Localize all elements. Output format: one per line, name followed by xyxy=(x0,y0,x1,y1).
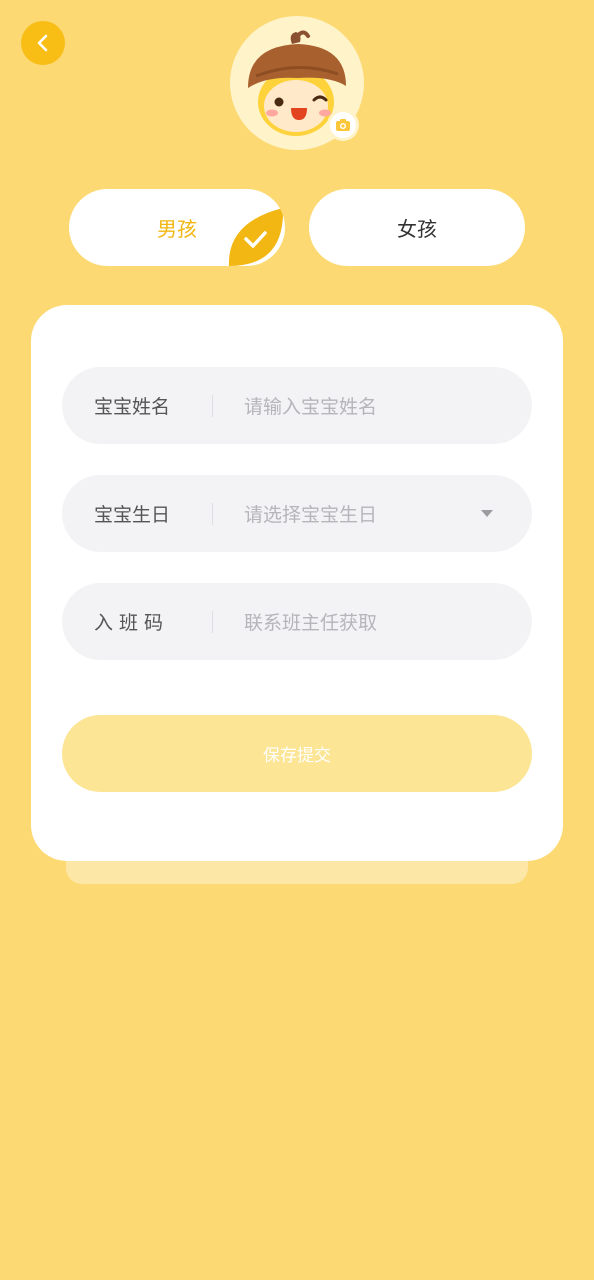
class-code-field[interactable]: 入班码 联系班主任获取 xyxy=(62,583,532,660)
field-divider xyxy=(212,610,213,633)
submit-button[interactable]: 保存提交 xyxy=(62,715,532,792)
baby-birthday-field[interactable]: 宝宝生日 请选择宝宝生日 xyxy=(62,475,532,552)
class-code-input[interactable]: 联系班主任获取 xyxy=(244,608,532,635)
baby-name-label: 宝宝姓名 xyxy=(94,396,171,418)
baby-name-input[interactable]: 请输入宝宝姓名 xyxy=(244,392,532,419)
baby-birthday-select[interactable]: 请选择宝宝生日 xyxy=(244,500,481,527)
baby-name-field[interactable]: 宝宝姓名 请输入宝宝姓名 xyxy=(62,367,532,444)
gender-girl-label: 女孩 xyxy=(397,217,437,241)
field-divider xyxy=(212,394,213,417)
gender-boy-option[interactable]: 男孩 xyxy=(69,189,285,266)
back-button[interactable] xyxy=(21,21,65,65)
avatar-upload[interactable] xyxy=(230,16,364,150)
baby-info-form: 宝宝姓名 请输入宝宝姓名 宝宝生日 请选择宝宝生日 入班码 联系班主任获取 保存… xyxy=(31,305,563,861)
class-code-label: 入班码 xyxy=(94,612,170,634)
dropdown-caret-icon xyxy=(481,510,493,517)
gender-girl-option[interactable]: 女孩 xyxy=(309,189,525,266)
camera-icon xyxy=(336,119,350,131)
baby-birthday-label: 宝宝生日 xyxy=(94,504,171,526)
selected-check-icon xyxy=(228,208,284,266)
camera-button[interactable] xyxy=(327,109,359,141)
gender-boy-label: 男孩 xyxy=(157,217,197,241)
chevron-left-icon xyxy=(37,34,48,52)
field-divider xyxy=(212,502,213,525)
